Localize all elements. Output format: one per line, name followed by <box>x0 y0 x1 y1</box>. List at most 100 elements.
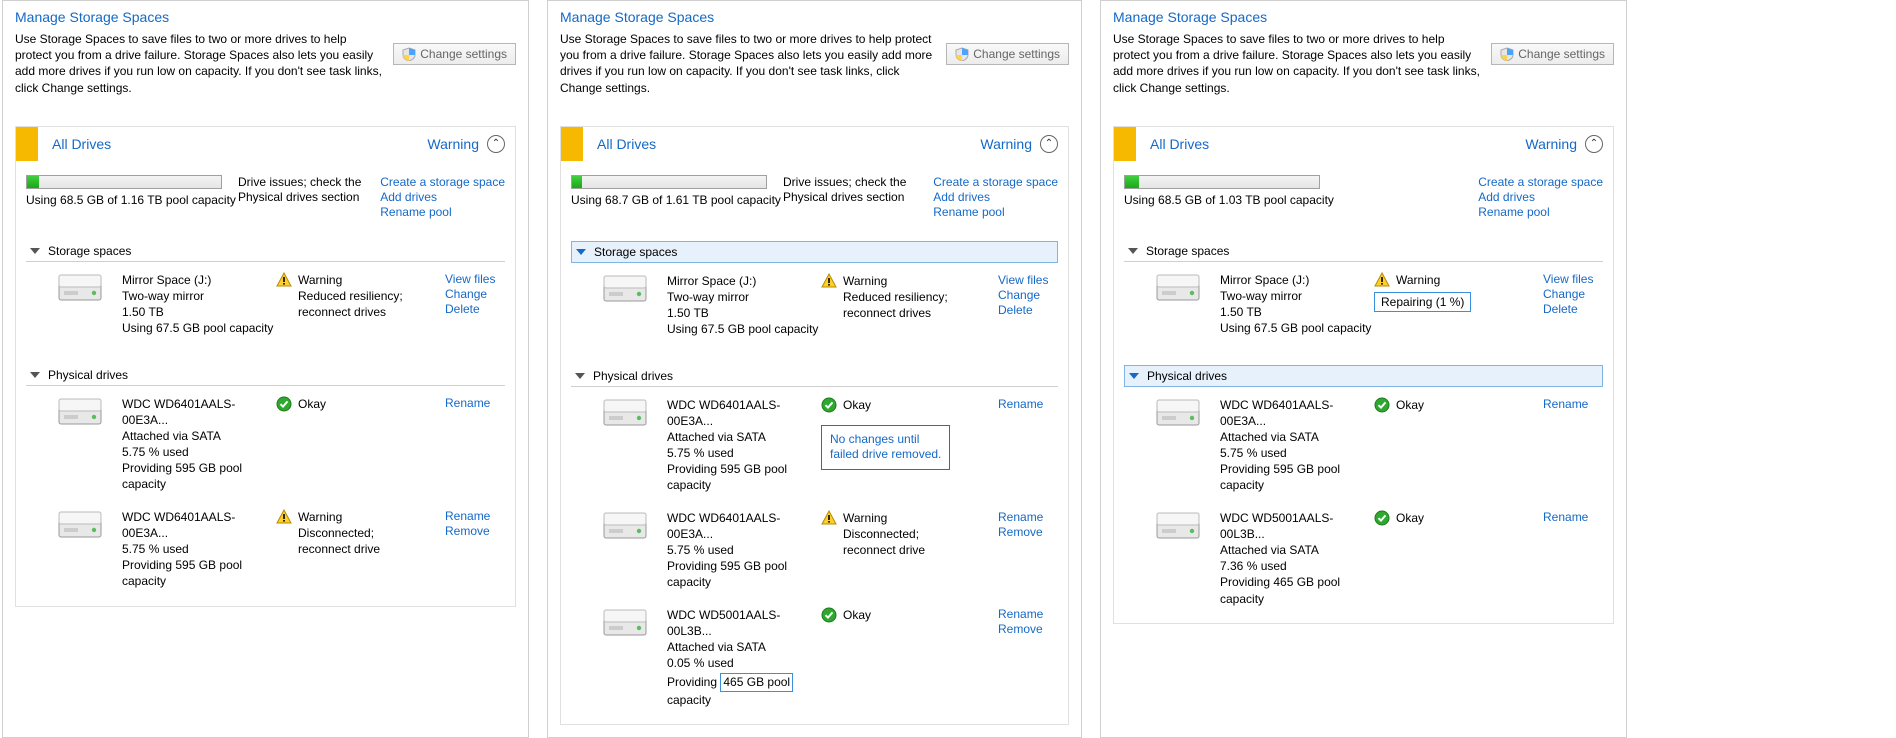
mirror-status-text: WarningReduced resiliency; reconnect dri… <box>843 273 965 322</box>
drive-model: WDC WD6401AALS-00E3A... <box>122 509 276 541</box>
storage-space-icon <box>1156 274 1200 302</box>
drive-status-text: WarningDisconnected; reconnect drive <box>298 509 420 558</box>
header-row: Use Storage Spaces to save files to two … <box>15 31 516 96</box>
add-drives-link[interactable]: Add drives <box>933 190 1058 204</box>
drive-conn: Attached via SATA <box>122 428 276 444</box>
section-storage-spaces[interactable]: Storage spaces <box>571 241 1058 263</box>
rename-link[interactable]: Rename <box>1543 510 1603 524</box>
section-storage-spaces[interactable]: Storage spaces <box>1124 241 1603 262</box>
ok-icon <box>821 607 837 623</box>
change-settings-label: Change settings <box>420 47 507 61</box>
remove-link[interactable]: Remove <box>445 524 505 538</box>
drive-row: WDC WD6401AALS-00E3A... 5.75 % used Prov… <box>571 500 1058 597</box>
hdd-icon <box>603 609 647 637</box>
hdd-icon <box>1156 399 1200 427</box>
drive-info: WDC WD6401AALS-00E3A... Attached via SAT… <box>122 396 276 493</box>
drive-row: WDC WD6401AALS-00E3A... Attached via SAT… <box>571 387 1058 500</box>
capacity-meter <box>571 175 767 189</box>
capacity-text: Using 68.5 GB of 1.16 TB pool capacity <box>26 193 238 207</box>
drive-conn: Attached via SATA <box>667 429 821 445</box>
drive-model: WDC WD6401AALS-00E3A... <box>122 396 276 428</box>
rename-link[interactable]: Rename <box>445 396 505 410</box>
change-link[interactable]: Change <box>445 287 505 301</box>
mirror-name: Mirror Space (J:) <box>1220 272 1374 288</box>
drive-status: Okay <box>821 607 965 708</box>
pool-status-warning[interactable]: Warning <box>1525 136 1577 152</box>
drive-row: WDC WD6401AALS-00E3A... Attached via SAT… <box>1124 387 1603 500</box>
remove-link[interactable]: Remove <box>998 622 1058 636</box>
create-space-link[interactable]: Create a storage space <box>380 175 505 189</box>
rename-link[interactable]: Rename <box>998 510 1058 524</box>
mirror-status: WarningReduced resiliency; reconnect dri… <box>821 273 965 338</box>
chevron-down-icon <box>576 249 586 255</box>
mirror-space-row: Mirror Space (J:) Two-way mirror 1.50 TB… <box>1124 262 1603 343</box>
section-physical-drives[interactable]: Physical drives <box>571 366 1058 387</box>
drive-row: WDC WD6401AALS-00E3A... Attached via SAT… <box>26 386 505 499</box>
drive-status: Okay <box>276 396 420 493</box>
pool-status-warning[interactable]: Warning <box>980 136 1032 152</box>
page-title: Manage Storage Spaces <box>560 9 1069 25</box>
drive-model: WDC WD5001AALS-00L3B... <box>1220 510 1374 542</box>
drive-status: Okay No changes untilfailed drive remove… <box>821 397 965 494</box>
rename-pool-link[interactable]: Rename pool <box>933 205 1058 219</box>
drive-provide: Providing 595 GB pool capacity <box>667 461 821 493</box>
rename-link[interactable]: Rename <box>998 397 1058 411</box>
ok-icon <box>1374 510 1390 526</box>
hdd-icon <box>1156 512 1200 540</box>
pool-body: Using 68.5 GB of 1.03 TB pool capacity C… <box>1114 161 1613 623</box>
rename-link[interactable]: Rename <box>1543 397 1603 411</box>
drive-info: WDC WD6401AALS-00E3A... Attached via SAT… <box>1220 397 1374 494</box>
mirror-usage: Using 67.5 GB pool capacity <box>1220 320 1374 336</box>
add-drives-link[interactable]: Add drives <box>1478 190 1603 204</box>
view-files-link[interactable]: View files <box>1543 272 1603 286</box>
create-space-link[interactable]: Create a storage space <box>1478 175 1603 189</box>
pool-name: All Drives <box>597 136 980 152</box>
remove-link[interactable]: Remove <box>998 525 1058 539</box>
pool-links: Create a storage space Add drives Rename… <box>1478 175 1603 219</box>
drive-provide: Providing 595 GB pool capacity <box>122 557 276 589</box>
view-files-link[interactable]: View files <box>998 273 1058 287</box>
drive-info: WDC WD5001AALS-00L3B... Attached via SAT… <box>1220 510 1374 607</box>
pool-accent <box>561 127 583 161</box>
annotation-box: No changes untilfailed drive removed. <box>821 425 950 470</box>
drive-model: WDC WD5001AALS-00L3B... <box>667 607 821 639</box>
pool-summary-row: Using 68.5 GB of 1.16 TB pool capacity D… <box>26 175 505 219</box>
annotation-highlight: 465 GB pool <box>720 673 793 691</box>
pool-status-warning[interactable]: Warning <box>427 136 479 152</box>
storage-space-icon <box>603 275 647 303</box>
issue-text: Drive issues; check the Physical drives … <box>238 175 372 219</box>
drive-info: WDC WD6401AALS-00E3A... Attached via SAT… <box>667 397 821 494</box>
rename-link[interactable]: Rename <box>445 509 505 523</box>
view-files-link[interactable]: View files <box>445 272 505 286</box>
drive-row: WDC WD5001AALS-00L3B... Attached via SAT… <box>571 597 1058 714</box>
drive-model: WDC WD6401AALS-00E3A... <box>667 397 821 429</box>
collapse-toggle[interactable]: ⌃ <box>1585 135 1603 153</box>
delete-link[interactable]: Delete <box>998 303 1058 317</box>
rename-pool-link[interactable]: Rename pool <box>1478 205 1603 219</box>
change-settings-button[interactable]: Change settings <box>1491 43 1614 65</box>
add-drives-link[interactable]: Add drives <box>380 190 505 204</box>
delete-link[interactable]: Delete <box>445 302 505 316</box>
section-physical-drives[interactable]: Physical drives <box>1124 365 1603 387</box>
delete-link[interactable]: Delete <box>1543 302 1603 316</box>
drive-actions: Rename Remove <box>998 607 1058 708</box>
change-settings-button[interactable]: Change settings <box>946 43 1069 65</box>
section-storage-spaces[interactable]: Storage spaces <box>26 241 505 262</box>
drive-status-text: Okay <box>843 397 871 413</box>
section-physical-drives[interactable]: Physical drives <box>26 365 505 386</box>
change-settings-button[interactable]: Change settings <box>393 43 516 65</box>
collapse-toggle[interactable]: ⌃ <box>487 135 505 153</box>
pool-header: All Drives Warning ⌃ <box>16 127 515 161</box>
rename-pool-link[interactable]: Rename pool <box>380 205 505 219</box>
collapse-toggle[interactable]: ⌃ <box>1040 135 1058 153</box>
mirror-usage: Using 67.5 GB pool capacity <box>122 320 276 336</box>
change-link[interactable]: Change <box>1543 287 1603 301</box>
create-space-link[interactable]: Create a storage space <box>933 175 1058 189</box>
hdd-icon <box>58 398 102 426</box>
chevron-down-icon <box>30 372 40 378</box>
pool-links: Create a storage space Add drives Rename… <box>380 175 505 219</box>
change-link[interactable]: Change <box>998 288 1058 302</box>
drive-status: WarningDisconnected; reconnect drive <box>821 510 965 591</box>
rename-link[interactable]: Rename <box>998 607 1058 621</box>
mirror-info: Mirror Space (J:) Two-way mirror 1.50 TB… <box>1220 272 1374 337</box>
